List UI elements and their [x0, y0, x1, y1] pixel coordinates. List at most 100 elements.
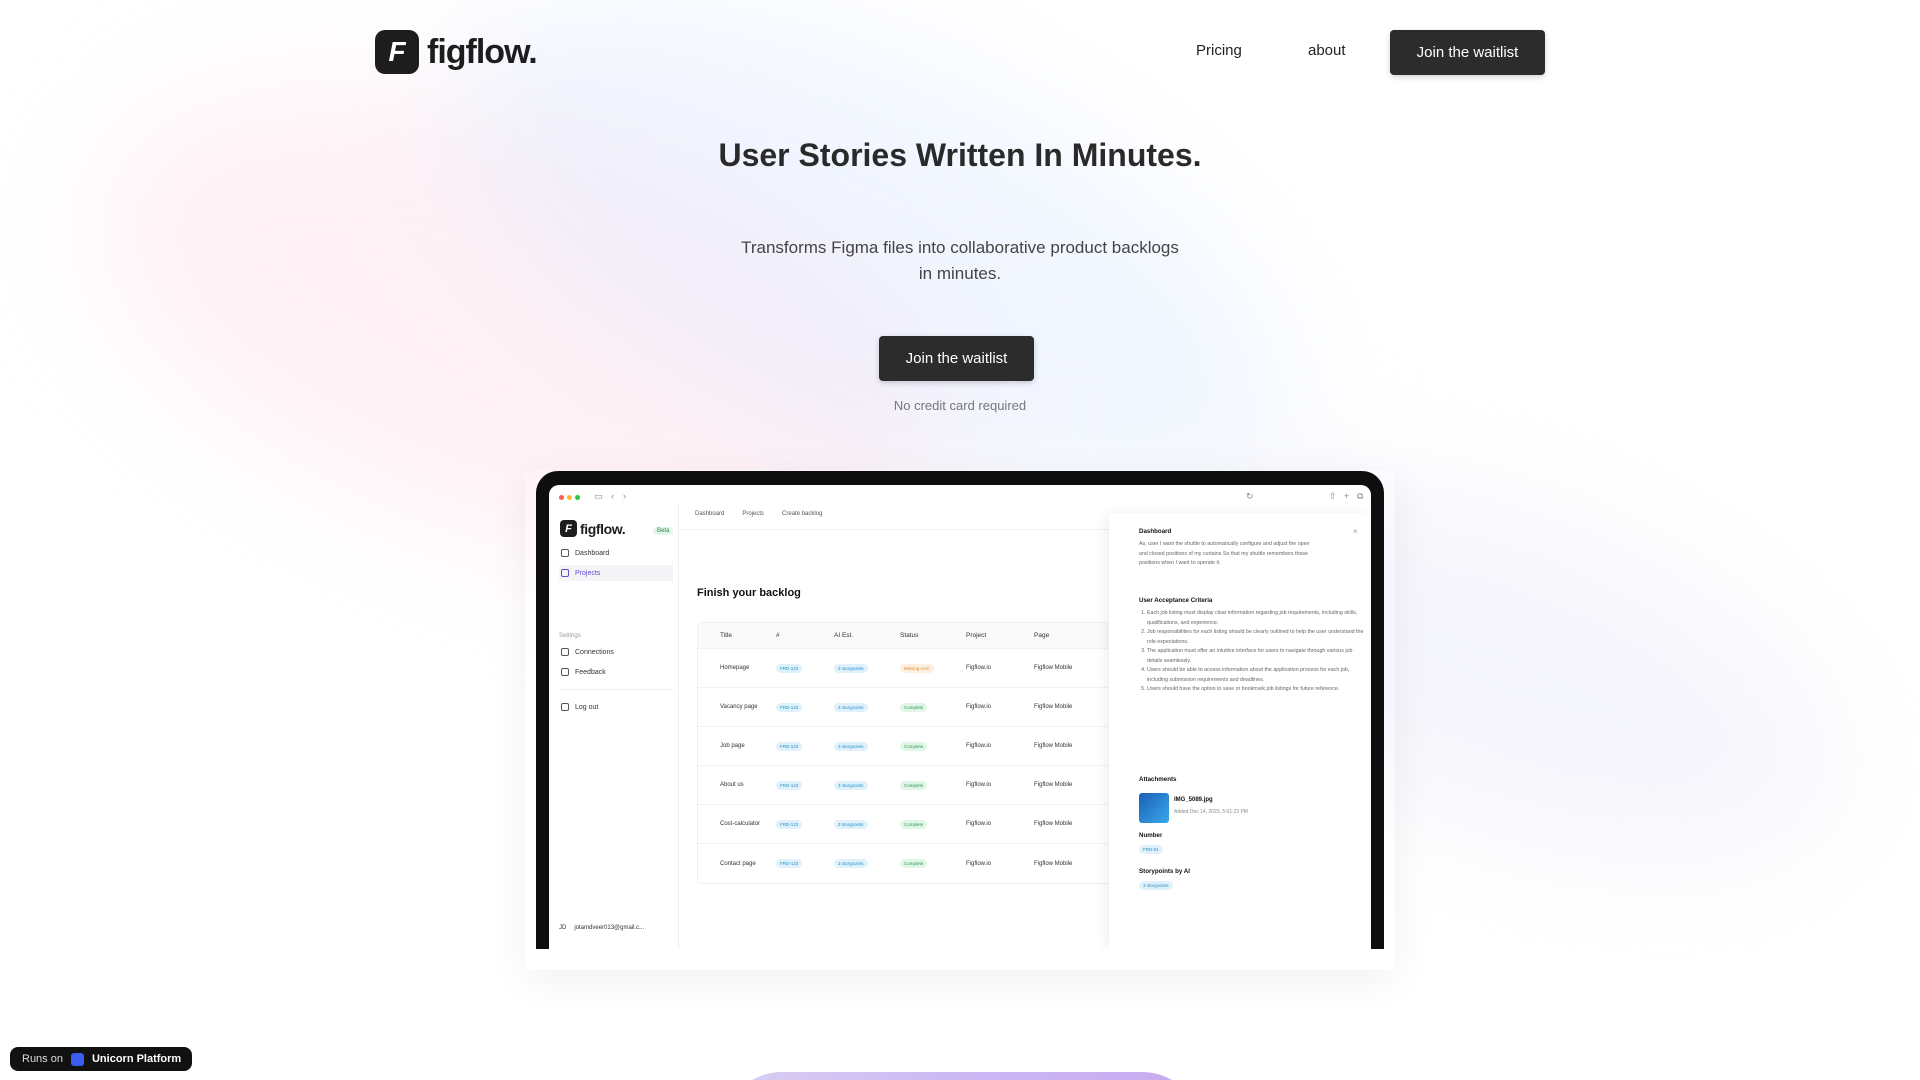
cell-id: FRD-123	[776, 859, 834, 868]
attachment-thumbnail	[1139, 793, 1169, 823]
breadcrumb: Dashboard Projects Create backlog	[695, 511, 822, 517]
id-badge: FRD-123	[776, 663, 803, 673]
app-logo-mark-icon: F	[560, 520, 577, 537]
window-minimize-dot	[567, 495, 572, 500]
smile-icon	[561, 668, 569, 676]
top-nav: F figflow. Pricing about Join the waitli…	[0, 0, 1920, 104]
app-logo-text: figflow.	[580, 520, 626, 537]
id-badge: FRD-123	[776, 819, 803, 829]
cell-project: Figflow.io	[966, 860, 992, 867]
cell-estimate: 3 storypoints	[834, 702, 900, 712]
estimate-badge: 3 storypoints	[834, 702, 868, 712]
nav-link-about[interactable]: about	[1308, 42, 1346, 59]
cell-estimate: 3 storypoints	[834, 780, 900, 790]
uac-heading: User Acceptance Criteria	[1139, 597, 1213, 604]
number-badge: FRD-01	[1139, 845, 1163, 854]
attachments-heading: Attachments	[1139, 776, 1177, 783]
sidebar-divider	[559, 689, 673, 690]
table-row: Vacancy page FRD-123 3 storypoints Complete…	[698, 688, 1116, 727]
cell-estimate: 3 storypoints	[834, 741, 900, 751]
cell-status: Complete	[900, 702, 966, 712]
column-header: Page	[1034, 632, 1050, 639]
sidebar-toggle-icon: ▭	[594, 491, 603, 501]
back-arrow-icon: ‹	[611, 491, 614, 501]
status-badge: Complete	[900, 819, 928, 829]
cell-estimate: 3 storypoints	[834, 859, 900, 868]
id-badge: FRD-123	[776, 702, 803, 712]
sidebar-item-feedback: Feedback	[559, 664, 673, 680]
nav-join-waitlist-button[interactable]: Join the waitlist	[1390, 30, 1545, 75]
hero-title: User Stories Written In Minutes.	[718, 137, 1202, 173]
column-header: #	[776, 632, 780, 639]
estimate-badge: 3 storypoints	[834, 859, 868, 868]
cell-title: About us	[720, 782, 744, 788]
hero-subtitle: Transforms Figma files into collaborativ…	[741, 238, 1179, 283]
cell-title: Job page	[720, 743, 745, 749]
storypoints-heading: Storypoints by AI	[1139, 868, 1190, 875]
table-row: Job page FRD-123 3 storypoints Complete Figf…	[698, 727, 1116, 766]
column-header: AI Est.	[834, 632, 854, 639]
cell-title: Homepage	[720, 665, 750, 671]
story-detail-panel: × Dashboard As, user I want the shuttle …	[1109, 513, 1371, 949]
sidebar-item-logout: Log out	[559, 699, 673, 715]
cell-status: Missing UAC	[900, 663, 966, 673]
badge-runs-on-text: Runs on	[22, 1053, 63, 1065]
estimate-badge: 3 storypoints	[834, 741, 868, 751]
backlog-heading: Finish your backlog	[697, 587, 801, 599]
cell-project: Figflow.io	[966, 665, 992, 671]
list-item: The application must offer an intuitive …	[1147, 647, 1364, 666]
sidebar-item-label: Dashboard	[575, 549, 610, 557]
attachment-date: Added Dec 14, 2023, 5:01:23 PM	[1174, 809, 1248, 815]
app-sidebar: F figflow. Beta Dashboard Projects Setti…	[549, 503, 679, 949]
folder-icon	[561, 569, 569, 577]
storypoints-badge: 3 storypoints	[1139, 881, 1173, 890]
breadcrumb-item: Create backlog	[782, 511, 823, 517]
backlog-table: Title # AI Est. Status Project Page Home…	[697, 622, 1117, 884]
estimate-badge: 3 storypoints	[834, 780, 868, 790]
status-badge: Missing UAC	[900, 663, 935, 673]
table-row: About us FRD-123 3 storypoints Complete Figf…	[698, 766, 1116, 805]
hero-join-waitlist-button[interactable]: Join the waitlist	[879, 336, 1034, 381]
sidebar-item-label: Projects	[575, 569, 601, 577]
browser-chrome: ▭ ‹ › ↻ ⇧ + ⧉	[549, 485, 1371, 503]
badge-brand-text: Unicorn Platform	[91, 1053, 182, 1065]
cell-id: FRD-123	[776, 780, 834, 790]
window-maximize-dot	[575, 495, 580, 500]
new-tab-icon: +	[1344, 491, 1350, 501]
cell-status: Complete	[900, 741, 966, 751]
cell-project: Figflow.io	[966, 743, 992, 749]
logo[interactable]: F figflow.	[375, 30, 538, 74]
cell-id: FRD-123	[776, 819, 834, 829]
cell-estimate: 3 storypoints	[834, 663, 900, 673]
unicorn-logo-icon	[70, 1052, 84, 1066]
estimate-badge: 3 storypoints	[834, 819, 868, 829]
cell-title: Contact page	[720, 860, 756, 867]
breadcrumb-item: Dashboard	[695, 511, 725, 517]
sidebar-item-label: Log out	[575, 703, 599, 711]
list-item: Users should be able to access informati…	[1147, 666, 1364, 685]
beta-badge: Beta	[653, 527, 674, 535]
sidebar-item-label: Connections	[575, 648, 614, 656]
window-close-dot	[559, 495, 564, 500]
id-badge: FRD-123	[776, 859, 803, 868]
number-heading: Number	[1139, 832, 1163, 839]
sidebar-settings-label: Settings	[559, 633, 581, 639]
sidebar-item-connections: Connections	[559, 644, 673, 660]
forward-arrow-icon: ›	[623, 491, 626, 501]
cell-status: Complete	[900, 780, 966, 790]
logout-icon	[561, 703, 569, 711]
next-section-gradient-arc	[722, 1072, 1202, 1080]
unicorn-platform-badge[interactable]: Runs on Unicorn Platform	[10, 1047, 192, 1071]
cell-status: Complete	[900, 859, 966, 868]
panel-title: Dashboard	[1139, 528, 1172, 535]
cell-project: Figflow.io	[966, 821, 992, 827]
column-header: Title	[720, 632, 733, 639]
link-icon	[561, 648, 569, 656]
column-header: Status	[900, 632, 919, 639]
user-story-text: As, user I want the shuttle to automatic…	[1139, 541, 1310, 566]
logo-text: figflow.	[427, 32, 538, 71]
status-badge: Complete	[900, 859, 928, 868]
attachment-name: IMG_5089.jpg	[1174, 797, 1213, 803]
table-row: Homepage FRD-123 3 storypoints Missing UAC F…	[698, 649, 1116, 688]
nav-link-pricing[interactable]: Pricing	[1196, 42, 1242, 59]
